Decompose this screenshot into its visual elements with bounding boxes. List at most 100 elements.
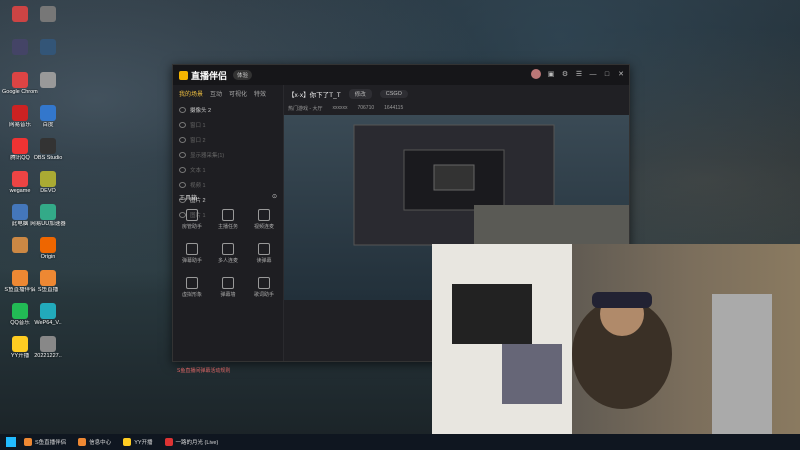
- scene-item[interactable]: 显示器采集(1): [173, 147, 283, 162]
- eye-icon[interactable]: [179, 181, 186, 188]
- tab[interactable]: 我的场景: [179, 89, 203, 98]
- app-icon: [12, 6, 28, 22]
- camera-scene: [432, 244, 772, 434]
- eye-icon[interactable]: [179, 166, 186, 173]
- tool-label: 弹幕助手: [181, 258, 202, 264]
- app-icon: [12, 237, 28, 253]
- desktop-icon-label: 百度: [42, 122, 54, 128]
- eye-icon[interactable]: [179, 106, 186, 113]
- logo-icon: [179, 70, 188, 80]
- app-icon: [40, 270, 56, 286]
- desktop-icon[interactable]: [30, 39, 66, 56]
- warning-text[interactable]: S鱼直播间弹幕活动规则: [177, 367, 230, 374]
- app-icon: [40, 204, 56, 220]
- tool-label: 视频连麦: [253, 224, 274, 230]
- scene-label: 窗口 2: [190, 137, 206, 144]
- desktop-icon-label: WeP64_V..: [34, 320, 62, 326]
- app-icon: [40, 6, 56, 22]
- title-bar: 直播伴侣 体验 ▣ ⚙ ☰ — □ ✕: [173, 65, 629, 85]
- app-icon: [12, 105, 28, 121]
- scene-item[interactable]: 文本 1: [173, 162, 283, 177]
- desktop-icon[interactable]: [30, 72, 66, 89]
- desktop-icon-label: Origin: [40, 254, 56, 260]
- taskbar-app-icon: [164, 438, 173, 446]
- desktop-icon[interactable]: DEVO: [30, 171, 66, 194]
- desktop-icon[interactable]: Origin: [30, 237, 66, 260]
- taskbar-app-icon: [123, 438, 132, 446]
- tool-icon: [186, 243, 198, 255]
- desktop-icon-label: DEVO: [40, 188, 56, 194]
- toolbox-more-icon[interactable]: ⊙: [272, 193, 277, 202]
- tool-button[interactable]: 主播任务: [211, 209, 245, 230]
- taskbar-label: 一路的月光 (Live): [175, 440, 219, 446]
- app-icon: [12, 204, 28, 220]
- eye-icon[interactable]: [179, 151, 186, 158]
- app-icon: [12, 336, 28, 352]
- taskbar-item[interactable]: S鱼直播伴侣: [24, 438, 66, 446]
- game-selector[interactable]: CSGO: [379, 90, 408, 98]
- desktop-icon[interactable]: [30, 6, 66, 23]
- version-badge[interactable]: 体验: [233, 70, 253, 80]
- scene-item[interactable]: 窗口 2: [173, 132, 283, 147]
- desktop-icon-label: S鱼直播: [37, 287, 59, 293]
- taskbar-label: YY开播: [134, 440, 153, 446]
- desktop-icon[interactable]: WeP64_V..: [30, 303, 66, 326]
- app-icon: [40, 39, 56, 55]
- scene-item[interactable]: 视频 1: [173, 177, 283, 192]
- eye-icon[interactable]: [179, 136, 186, 143]
- app-icon: [40, 138, 56, 154]
- room-title[interactable]: 【x·x】你下了T_T: [288, 89, 341, 99]
- tool-button[interactable]: 弹幕墙: [211, 277, 245, 298]
- tool-label: 虚拟形象: [181, 292, 202, 298]
- tab[interactable]: 可视化: [229, 89, 247, 98]
- menu-icon[interactable]: ☰: [575, 70, 583, 78]
- app-icon: [12, 138, 28, 154]
- camera-feed: [432, 244, 800, 434]
- taskbar-label: 信息中心: [89, 440, 112, 446]
- toolbox-title: 工具箱: [179, 196, 198, 202]
- desktop-icon[interactable]: 百度: [30, 105, 66, 128]
- scene-label: 显示器采集(1): [190, 152, 225, 159]
- taskbar-item[interactable]: 信息中心: [78, 438, 111, 446]
- desktop-icon[interactable]: OBS Studio: [30, 138, 66, 161]
- tab[interactable]: 特效: [254, 89, 266, 98]
- windows-start-icon[interactable]: [6, 437, 16, 447]
- close-icon[interactable]: ✕: [617, 70, 625, 78]
- taskbar-app-icon: [24, 438, 32, 446]
- avatar[interactable]: [531, 69, 541, 79]
- tool-button[interactable]: 房管助手: [175, 209, 209, 230]
- scene-label: 文本 1: [190, 167, 206, 174]
- tool-icon: [222, 277, 234, 289]
- tool-button[interactable]: 弹幕助手: [175, 243, 209, 264]
- app-icon: [40, 303, 56, 319]
- taskbar-item[interactable]: 一路的月光 (Live): [164, 438, 219, 446]
- tool-button[interactable]: 多人连麦: [211, 243, 245, 264]
- tab[interactable]: 互动: [210, 89, 222, 98]
- eye-icon[interactable]: [179, 121, 186, 128]
- edit-button[interactable]: 修改: [348, 89, 372, 99]
- tool-button[interactable]: 视频连麦: [247, 209, 281, 230]
- scene-item[interactable]: 窗口 1: [173, 117, 283, 132]
- app-logo: 直播伴侣: [179, 69, 227, 82]
- desktop-icon[interactable]: S鱼直播: [30, 270, 66, 293]
- taskbar-item[interactable]: YY开播: [123, 438, 153, 446]
- app-icon: [12, 171, 28, 187]
- scene-label: 窗口 1: [190, 122, 206, 129]
- scene-label: 视频 1: [190, 182, 206, 189]
- desktop-icon-label: 20221227..: [34, 353, 62, 359]
- desktop-icon[interactable]: 网易UU加速器: [30, 204, 66, 227]
- tool-label: 房管助手: [181, 224, 202, 230]
- scene-item[interactable]: 摄像头 2: [173, 102, 283, 117]
- app-icon: [40, 105, 56, 121]
- gift-icon[interactable]: ▣: [547, 70, 555, 78]
- desktop-icon[interactable]: 20221227..: [30, 336, 66, 359]
- tool-button[interactable]: 歌词助手: [247, 277, 281, 298]
- settings-icon[interactable]: ⚙: [561, 70, 569, 78]
- fans-count: 706710: [357, 105, 375, 111]
- left-panel: 我的场景 互动 可视化 特效 摄像头 2 窗口 1 窗口 2 显示器采集(1) 文本 1 视频 …: [173, 85, 284, 374]
- tool-button[interactable]: 读弹幕: [247, 243, 281, 264]
- minimize-icon[interactable]: —: [589, 70, 597, 78]
- tool-label: 歌词助手: [253, 292, 274, 298]
- tool-button[interactable]: 虚拟形象: [175, 277, 209, 298]
- maximize-icon[interactable]: □: [603, 70, 611, 78]
